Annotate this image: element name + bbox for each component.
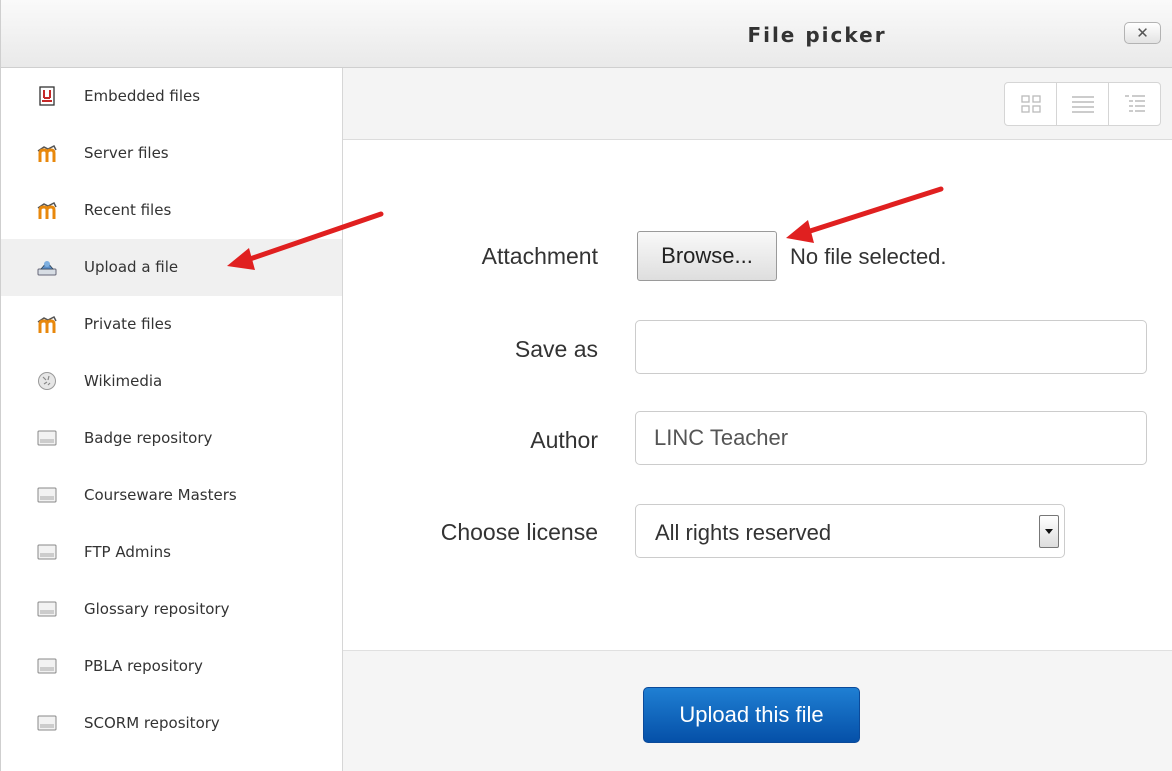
embedded-files-icon: [39, 86, 55, 106]
sidebar-item-label: Embedded files: [84, 87, 201, 105]
tree-icon: [1124, 95, 1145, 112]
sidebar-item-label: Glossary repository: [84, 600, 230, 618]
sidebar-item-label: SCORM repository: [84, 714, 220, 732]
license-select[interactable]: All rights reserved: [635, 504, 1065, 558]
tree-view-button[interactable]: [1108, 83, 1160, 125]
dialog-footer: Upload this file: [343, 650, 1172, 771]
grid-icon: [1020, 95, 1041, 113]
sidebar-item-label: Private files: [84, 315, 172, 333]
sidebar-item-embedded-files[interactable]: Embedded files: [1, 68, 342, 125]
list-view-button[interactable]: [1056, 83, 1108, 125]
save-as-input[interactable]: [635, 320, 1147, 374]
sidebar-item-courseware-masters[interactable]: Courseware Masters: [1, 467, 342, 524]
sidebar-item-label: Upload a file: [84, 258, 179, 276]
dialog-title: File picker: [747, 23, 887, 47]
license-selected-value: All rights reserved: [655, 520, 832, 545]
sidebar-item-label: Wikimedia: [84, 372, 163, 390]
sidebar-item-label: Server files: [84, 144, 169, 162]
list-icon: [1071, 96, 1094, 113]
upload-this-file-button[interactable]: Upload this file: [643, 687, 860, 743]
save-as-label: Save as: [514, 336, 598, 362]
sidebar-item-label: Courseware Masters: [84, 486, 237, 504]
sidebar-item-glossary-repository[interactable]: Glossary repository: [1, 581, 342, 638]
no-file-status: No file selected.: [790, 244, 947, 269]
sidebar-item-private-files[interactable]: Private files: [1, 296, 342, 353]
repository-icon: [37, 430, 57, 446]
repository-icon: [37, 658, 57, 674]
attachment-label: Attachment: [481, 243, 598, 269]
sidebar-item-upload-a-file[interactable]: Upload a file: [1, 239, 342, 296]
sidebar-item-server-files[interactable]: Server files: [1, 125, 342, 182]
repository-sidebar: Embedded files Server files Recent files…: [1, 68, 343, 771]
view-toolbar: [343, 68, 1172, 140]
moodle-icon: [37, 315, 57, 333]
sidebar-item-label: FTP Admins: [84, 543, 171, 561]
repository-icon: [37, 601, 57, 617]
close-button[interactable]: ✕: [1124, 22, 1161, 44]
repository-icon: [37, 715, 57, 731]
upload-icon: [37, 261, 57, 276]
chevron-down-icon[interactable]: [1039, 515, 1059, 548]
title-bar: File picker ✕: [1, 0, 1172, 68]
author-input[interactable]: [635, 411, 1147, 465]
icons-view-button[interactable]: [1005, 83, 1056, 125]
moodle-icon: [37, 201, 57, 219]
repository-icon: [37, 544, 57, 560]
repository-icon: [37, 487, 57, 503]
annotation-arrow-browse: [786, 186, 944, 243]
file-picker-dialog: File picker ✕ Embedded files Server file…: [0, 0, 1172, 771]
close-icon: ✕: [1136, 24, 1149, 42]
moodle-icon: [37, 144, 57, 162]
view-switcher: [1004, 82, 1161, 126]
sidebar-item-scorm-repository[interactable]: SCORM repository: [1, 695, 342, 752]
wikimedia-icon: [38, 372, 56, 390]
sidebar-item-wikimedia[interactable]: Wikimedia: [1, 353, 342, 410]
browse-button[interactable]: Browse...: [637, 231, 777, 281]
sidebar-item-recent-files[interactable]: Recent files: [1, 182, 342, 239]
license-label: Choose license: [440, 519, 598, 545]
sidebar-item-label: Recent files: [84, 201, 172, 219]
sidebar-item-pbla-repository[interactable]: PBLA repository: [1, 638, 342, 695]
sidebar-item-ftp-admins[interactable]: FTP Admins: [1, 524, 342, 581]
sidebar-item-badge-repository[interactable]: Badge repository: [1, 410, 342, 467]
author-label: Author: [530, 427, 598, 453]
sidebar-item-label: Badge repository: [84, 429, 213, 447]
sidebar-item-label: PBLA repository: [84, 657, 203, 675]
